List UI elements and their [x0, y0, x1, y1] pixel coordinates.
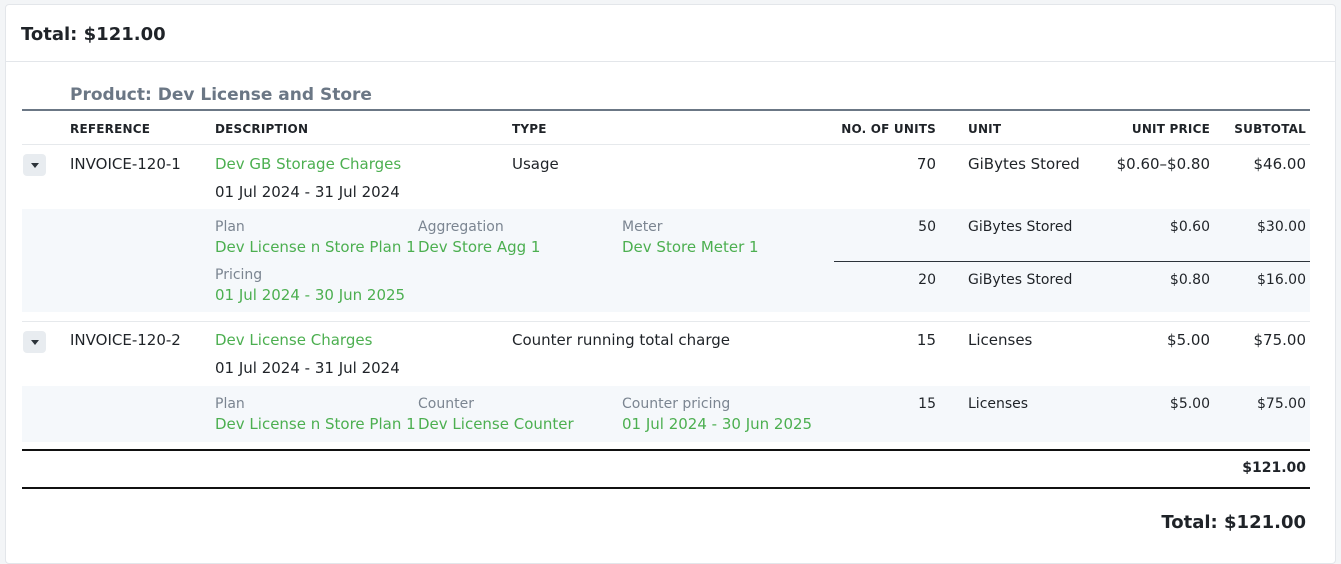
row-1-plan-label: Plan [215, 219, 245, 235]
row-1-unit-price: $0.60–$0.80 [1116, 155, 1210, 173]
product-divider [22, 109, 1310, 111]
row-1-tier-2-unit-price: $0.80 [1169, 272, 1210, 288]
product-heading: Product: Dev License and Store [70, 85, 372, 105]
row-1-tier-1-units: 50 [918, 219, 936, 235]
row-1-plan-link[interactable]: Dev License n Store Plan 1 [215, 238, 416, 256]
chevron-down-icon [30, 339, 39, 345]
col-description: DESCRIPTION [215, 122, 309, 136]
col-subtotal: SUBTOTAL [1234, 122, 1306, 136]
row-1-aggregation-label: Aggregation [418, 219, 504, 235]
row-2-tier-1-unit-price: $5.00 [1169, 396, 1210, 412]
invoice-card: Total: $121.00 Product: Dev License and … [5, 4, 1336, 564]
header-divider [22, 144, 1310, 145]
row-1-reference: INVOICE-120-1 [70, 155, 181, 173]
row-2-counter-pricing-label: Counter pricing [622, 396, 731, 412]
row-2-description-link[interactable]: Dev License Charges [215, 331, 372, 349]
row-2-tier-1-unit: Licenses [968, 396, 1029, 412]
summary-top-divider [22, 449, 1310, 451]
expand-row-1-button[interactable] [23, 154, 46, 176]
row-2-plan-label: Plan [215, 396, 245, 412]
row-1-tier-2-units: 20 [918, 272, 936, 288]
row-2-period: 01 Jul 2024 - 31 Jul 2024 [215, 359, 400, 377]
row-divider [22, 321, 1310, 322]
col-units: NO. OF UNITS [841, 122, 936, 136]
col-type: TYPE [512, 122, 547, 136]
row-2-tier-1-subtotal: $75.00 [1257, 396, 1306, 412]
col-unit-price: UNIT PRICE [1131, 122, 1210, 136]
row-2-plan-link[interactable]: Dev License n Store Plan 1 [215, 415, 416, 433]
product-total: $121.00 [1242, 460, 1306, 476]
summary-bottom-divider [22, 487, 1310, 489]
row-2-reference: INVOICE-120-2 [70, 331, 181, 349]
row-2-type: Counter running total charge [512, 331, 731, 349]
row-2-unit: Licenses [968, 331, 1033, 349]
row-2-details [22, 386, 1310, 442]
chevron-down-icon [30, 162, 39, 168]
row-1-period: 01 Jul 2024 - 31 Jul 2024 [215, 183, 400, 201]
row-2-subtotal: $75.00 [1253, 331, 1307, 349]
card-header: Total: $121.00 [6, 5, 1335, 62]
row-1-meter-link[interactable]: Dev Store Meter 1 [622, 238, 759, 256]
row-2-counter-label: Counter [418, 396, 474, 412]
row-1-subtotal: $46.00 [1253, 155, 1307, 173]
row-1-pricing-link[interactable]: 01 Jul 2024 - 30 Jun 2025 [215, 286, 405, 304]
row-1-tier-1-unit-price: $0.60 [1169, 219, 1210, 235]
row-1-aggregation-link[interactable]: Dev Store Agg 1 [418, 238, 540, 256]
row-1-type: Usage [512, 155, 559, 173]
row-2-unit-price: $5.00 [1167, 331, 1210, 349]
row-1-tier-1-subtotal: $30.00 [1257, 219, 1306, 235]
row-2-tier-1-units: 15 [918, 396, 936, 412]
row-1-pricing-label: Pricing [215, 267, 263, 283]
header-total: Total: $121.00 [21, 24, 166, 45]
col-reference: REFERENCE [70, 122, 151, 136]
row-1-unit: GiBytes Stored [968, 155, 1080, 173]
expand-row-2-button[interactable] [23, 331, 46, 353]
row-1-tier-1-unit: GiBytes Stored [968, 219, 1073, 235]
grand-total: Total: $121.00 [1161, 512, 1306, 533]
row-1-units: 70 [916, 155, 936, 173]
row-1-meter-label: Meter [622, 219, 663, 235]
row-2-counter-link[interactable]: Dev License Counter [418, 415, 574, 433]
row-2-counter-pricing-link[interactable]: 01 Jul 2024 - 30 Jun 2025 [622, 415, 812, 433]
col-unit: UNIT [968, 122, 1002, 136]
tier-divider [834, 261, 1310, 262]
row-1-description-link[interactable]: Dev GB Storage Charges [215, 155, 401, 173]
row-1-tier-2-unit: GiBytes Stored [968, 272, 1073, 288]
row-2-units: 15 [916, 331, 936, 349]
row-1-tier-2-subtotal: $16.00 [1257, 272, 1306, 288]
